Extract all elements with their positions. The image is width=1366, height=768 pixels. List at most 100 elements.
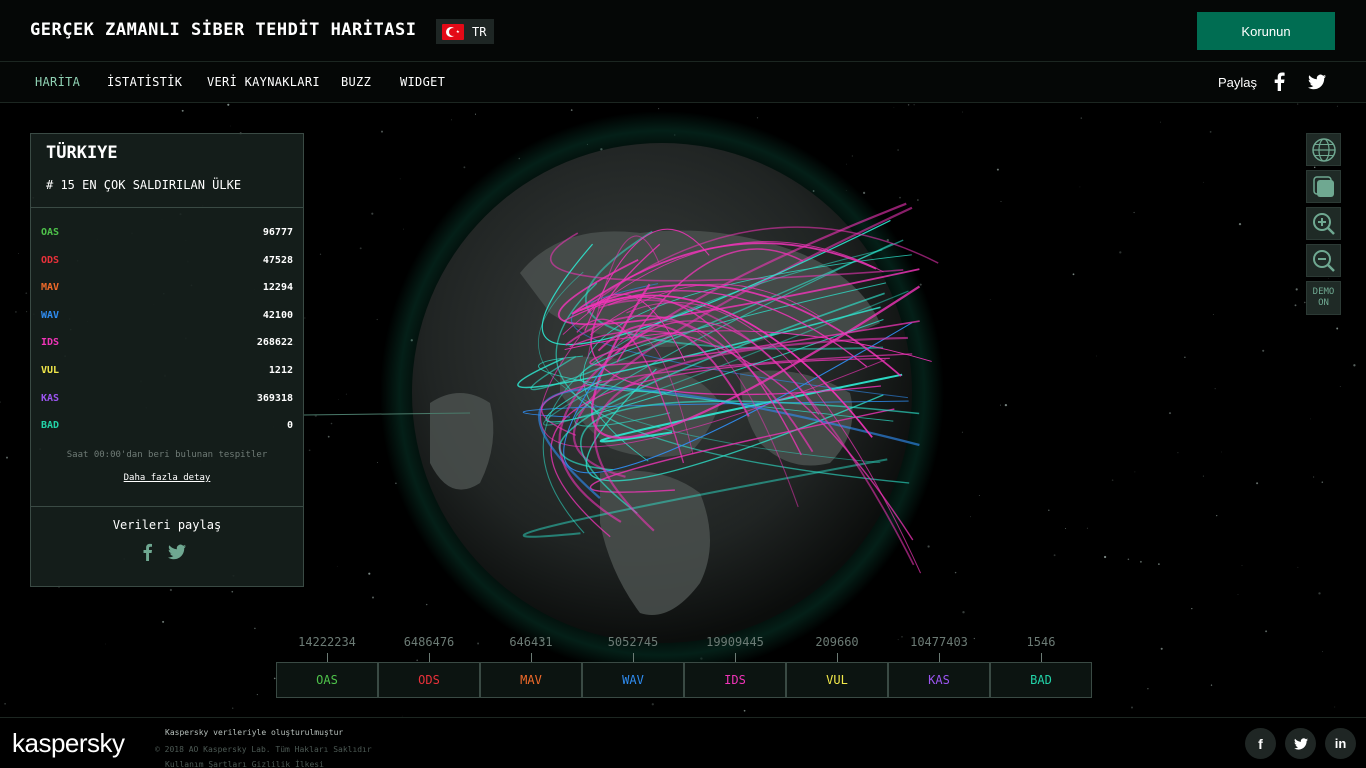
stat-row: OAS 96777 (41, 227, 293, 243)
star (232, 707, 234, 709)
linkedin-icon[interactable]: in (1325, 728, 1356, 759)
star (1053, 554, 1056, 557)
stat-row: ODS 47528 (41, 255, 293, 271)
star (899, 196, 901, 199)
star (1202, 475, 1204, 477)
star (927, 545, 930, 548)
star (1210, 684, 1213, 686)
language-selector[interactable]: ★ TR (436, 19, 494, 44)
star (1065, 528, 1067, 529)
star (1336, 327, 1339, 330)
nav-item-buzz[interactable]: BUZZ (341, 75, 371, 89)
counter-toggle[interactable]: IDS (684, 662, 786, 698)
star (1127, 558, 1130, 561)
star (1209, 131, 1212, 133)
kaspersky-logo[interactable]: kaspersky (12, 728, 125, 759)
star (6, 456, 8, 459)
more-details-link[interactable]: Daha fazla detay (31, 473, 303, 483)
star (1086, 527, 1088, 529)
globe-view-button[interactable] (1306, 133, 1341, 166)
nav-item-widget[interactable]: WIDGET (400, 75, 445, 89)
star (1000, 200, 1002, 202)
facebook-icon[interactable] (1270, 72, 1290, 92)
star (1256, 482, 1259, 485)
stat-row: KAS 369318 (41, 393, 293, 409)
star (1241, 565, 1243, 566)
star (1131, 706, 1133, 709)
star (1080, 117, 1083, 119)
star (463, 166, 466, 169)
country-name: TÜRKIYE (46, 143, 118, 163)
star (1214, 387, 1216, 390)
stat-label: WAV (41, 309, 60, 321)
twitter-icon[interactable] (1307, 72, 1327, 92)
star (1048, 509, 1050, 512)
zoom-in-button[interactable] (1306, 207, 1341, 240)
counter-toggle[interactable]: WAV (582, 662, 684, 698)
star (1216, 514, 1218, 517)
star (319, 253, 322, 255)
star (996, 168, 999, 171)
footer-legal-links[interactable]: Kullanım Şartları Gizlilik İlkesi (165, 760, 324, 768)
nav-item-map[interactable]: HARİTA (35, 75, 80, 89)
star (1133, 211, 1135, 214)
star (371, 596, 375, 599)
star (851, 155, 854, 157)
star (1238, 222, 1242, 226)
demo-state: ON (1318, 298, 1329, 308)
nav-item-data-sources[interactable]: VERİ KAYNAKLARI (207, 75, 320, 89)
counter-toggle[interactable]: VUL (786, 662, 888, 698)
counter-tick (327, 653, 328, 662)
star (570, 109, 573, 111)
zoom-in-icon (1312, 212, 1335, 235)
star (26, 311, 28, 313)
star (846, 163, 847, 165)
demo-toggle[interactable]: DEMO ON (1306, 281, 1341, 315)
star (425, 603, 428, 606)
twitter-icon[interactable] (1285, 728, 1316, 759)
star (105, 643, 106, 645)
counter-toggle[interactable]: MAV (480, 662, 582, 698)
protect-button[interactable]: Korunun (1197, 12, 1335, 50)
stat-row: VUL 1212 (41, 365, 293, 381)
star (962, 611, 965, 614)
counter-value: 646431 (509, 635, 553, 649)
counter-tick (837, 653, 838, 662)
counter-value: 209660 (815, 635, 859, 649)
star (1139, 560, 1142, 563)
language-code: TR (472, 24, 487, 39)
star (961, 431, 963, 433)
counter-value: 10477403 (910, 635, 968, 649)
counter-toggle[interactable]: BAD (990, 662, 1092, 698)
stat-label: VUL (41, 365, 60, 376)
star (1202, 181, 1204, 183)
star (1297, 103, 1299, 105)
flat-map-button[interactable] (1306, 170, 1341, 203)
nav-item-statistics[interactable]: İSTATİSTİK (107, 75, 182, 89)
star (651, 703, 654, 706)
page-title: GERÇEK ZAMANLI SİBER TEHDİT HARİTASI (30, 20, 417, 40)
counter-toggle[interactable]: ODS (378, 662, 480, 698)
twitter-icon[interactable] (167, 543, 187, 561)
footer: kaspersky Kaspersky verileriyle oluşturu… (0, 717, 1366, 768)
stat-row: MAV 12294 (41, 282, 293, 298)
star (1221, 451, 1222, 453)
star (231, 590, 234, 593)
star (1103, 555, 1107, 559)
star (1318, 592, 1321, 595)
zoom-out-button[interactable] (1306, 244, 1341, 277)
counter-tick (735, 653, 736, 662)
facebook-icon[interactable] (140, 543, 156, 561)
facebook-icon[interactable]: f (1245, 728, 1276, 759)
stat-row: IDS 268622 (41, 337, 293, 353)
counter-toggle[interactable]: KAS (888, 662, 990, 698)
counter-toggle[interactable]: OAS (276, 662, 378, 698)
stat-label: IDS (41, 337, 60, 349)
star (474, 113, 477, 115)
country-panel: TÜRKIYE # 15 EN ÇOK SALDIRILAN ÜLKE OAS 9… (30, 133, 304, 587)
star (1079, 186, 1081, 188)
star (4, 702, 6, 705)
stat-value: 268622 (256, 337, 293, 349)
stat-label: KAS (41, 392, 60, 404)
star (25, 292, 28, 295)
